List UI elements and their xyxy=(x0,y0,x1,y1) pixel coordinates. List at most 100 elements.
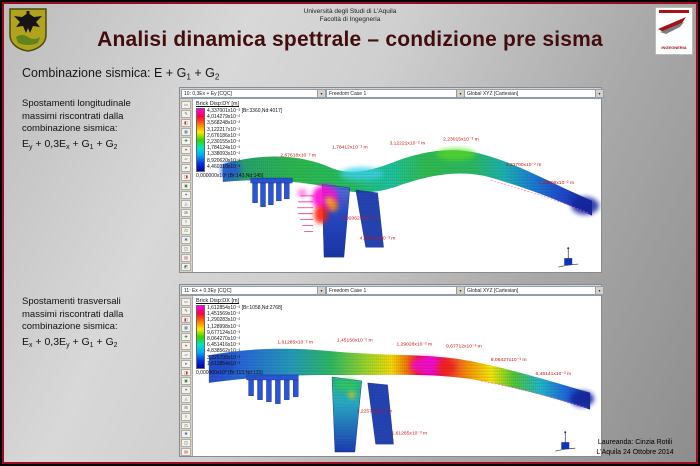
chevron-down-icon[interactable]: ▼ xyxy=(317,90,325,97)
freedom-case-dropdown[interactable]: Freedom Case 1▼ xyxy=(326,89,465,98)
note-longitudinal: Spostamenti longitudinale massimi riscon… xyxy=(22,98,180,154)
displacement-label: 1,78412x10⁻² m xyxy=(332,144,368,150)
formula-text: + G xyxy=(94,336,114,348)
chevron-down-icon[interactable]: ▼ xyxy=(456,90,464,97)
displacement-label: 8,92062x10⁻³ m xyxy=(342,216,378,222)
legend-min-value: 0,000000x10⁰ [Br:113,Nd:115] xyxy=(196,370,282,376)
coordinate-system-dropdown[interactable]: Global XYZ [Cartesian] ▼ xyxy=(464,286,604,295)
toolbar-icon[interactable]: ◨ xyxy=(181,369,191,377)
displacement-label: 2,67618x10⁻² m xyxy=(280,152,316,158)
formula-sub: 2 xyxy=(114,143,118,150)
toolbar-icon[interactable]: ▣ xyxy=(181,377,191,385)
fem-viewport-longitudinal: 10: 0,3Ex + Ey [CQC]▼ Freedom Case 1▼ Gl… xyxy=(179,87,602,273)
formula-text: + 0,3E xyxy=(32,138,66,150)
toolbar-icon[interactable]: ▦ xyxy=(181,324,191,332)
freedom-case-dropdown[interactable]: Freedom Case 1 ▼ xyxy=(326,286,465,295)
toolbar-icon[interactable]: ≡ xyxy=(181,218,191,226)
toolbar-icon[interactable]: ◧ xyxy=(181,119,191,127)
formula-text: + G xyxy=(94,138,114,150)
displacement-label: 1,61285x10⁻³ m xyxy=(392,430,428,436)
legend-value: 1,612854x10⁻³ xyxy=(207,361,282,367)
toolbar-icon[interactable]: ◧ xyxy=(181,316,191,324)
chevron-down-icon[interactable]: ▼ xyxy=(595,90,603,97)
coordinate-system-value: Global XYZ [Cartesian] xyxy=(467,288,518,294)
toolbar-icon[interactable]: ▤ xyxy=(181,254,191,262)
displacement-label: 1,45156x10⁻² m xyxy=(337,337,373,343)
note-transversal: Spostamenti trasversali massimi riscontr… xyxy=(22,296,180,352)
toolbar-icon[interactable]: ⊞ xyxy=(181,404,191,412)
note-line: combinazione sismica: xyxy=(22,321,180,334)
toolbar-icon[interactable]: ▭ xyxy=(181,101,191,109)
toolbar-icon[interactable]: ✚ xyxy=(181,137,191,145)
toolbar-icon[interactable]: ⊡ xyxy=(181,227,191,235)
legend-value: 4,460310x10⁻³ xyxy=(207,164,282,170)
toolbar-icon[interactable]: ⌖ xyxy=(181,342,191,350)
legend-color-ramp xyxy=(196,108,205,172)
formula-sub: 2 xyxy=(114,341,118,348)
legend-title: Brick Disp:DY [m] xyxy=(196,101,282,107)
approach-piers xyxy=(247,375,299,404)
toolbar-icon[interactable]: ▦ xyxy=(181,128,191,136)
chevron-down-icon[interactable]: ▼ xyxy=(456,287,464,294)
toolbar-icon[interactable]: ⊡ xyxy=(181,422,191,430)
chevron-down-icon[interactable]: ▼ xyxy=(595,287,603,294)
axes-triad-icon xyxy=(558,247,578,267)
coordinate-system-value: Global XYZ [Cartesian] xyxy=(467,91,518,97)
load-arrow-cluster xyxy=(297,196,314,232)
displacement-label: 9,67712x10⁻³ m xyxy=(446,343,482,349)
note-formula: Ey + 0,3Ex + G1 + G2 xyxy=(22,138,180,154)
formula-text: + 0,3E xyxy=(32,336,66,348)
credits: Laureanda: Cinzia Rotili L'Aquila 24 Ott… xyxy=(576,438,694,457)
toolbar-icon[interactable]: ◫ xyxy=(181,439,191,447)
slide-title: Analisi dinamica spettrale – condizione … xyxy=(32,28,668,52)
displacement-label: 2,23015x10⁻² m xyxy=(443,137,479,143)
toolbar-icon[interactable]: ✦ xyxy=(181,191,191,199)
viewport-combo-bar: 11: Ex + 0,3Ey [CQC]▼ Freedom Case 1 ▼ Gl… xyxy=(180,285,601,296)
viewport-combo-bar: 10: 0,3Ex + Ey [CQC]▼ Freedom Case 1▼ Gl… xyxy=(180,88,601,99)
result-case-dropdown[interactable]: 10: 0,3Ex + Ey [CQC]▼ xyxy=(181,89,326,98)
toolbar-icon[interactable]: ⊞ xyxy=(181,209,191,217)
toolbar-icon[interactable]: ➤ xyxy=(181,360,191,368)
legend-title: Brick Disp:DX [m] xyxy=(196,298,282,304)
toolbar-icon[interactable]: ✎ xyxy=(181,307,191,315)
toolbar-icon[interactable]: ◬ xyxy=(181,200,191,208)
formula-text: E xyxy=(22,336,29,348)
toolbar-icon[interactable]: ◫ xyxy=(181,245,191,253)
freedom-case-value: Freedom Case 1 xyxy=(329,288,366,294)
viewport-toolbar: ▭✎◧▦✚⌖▱➤◨▣✦◬⊞≡⊡✱◫▤◩ xyxy=(180,99,193,272)
legend-min-value: 0,000000x10⁰ [Br:143,Nd:145] xyxy=(196,173,282,179)
toolbar-icon[interactable]: ▤ xyxy=(181,448,191,456)
chevron-down-icon[interactable]: ▼ xyxy=(317,287,325,294)
toolbar-icon[interactable]: ➤ xyxy=(181,164,191,172)
toolbar-icon[interactable]: ✚ xyxy=(181,333,191,341)
toolbar-icon[interactable]: ⌖ xyxy=(181,146,191,154)
credits-author: Laureanda: Cinzia Rotili xyxy=(576,438,694,448)
toolbar-icon[interactable]: ▱ xyxy=(181,351,191,359)
displacement-label: 1,29028x10⁻² m xyxy=(397,341,433,347)
combination-sub2: 2 xyxy=(215,72,220,81)
displacement-label: 3,12221x10⁻² m xyxy=(390,140,426,146)
note-line: combinazione sismica: xyxy=(22,123,180,136)
fem-canvas: Brick Disp:DY [m] 4,337001x10⁻² [Br:3360… xyxy=(193,99,601,272)
toolbar-icon[interactable]: ✱ xyxy=(181,236,191,244)
institution-line1: Università degli Studi di L'Aquila xyxy=(2,8,698,16)
toolbar-icon[interactable]: ▭ xyxy=(181,298,191,306)
toolbar-icon[interactable]: ✱ xyxy=(181,430,191,438)
toolbar-icon[interactable]: ◩ xyxy=(181,263,191,271)
credits-date: L'Aquila 24 Ottobre 2014 xyxy=(576,448,694,458)
toolbar-icon[interactable]: ◬ xyxy=(181,395,191,403)
note-formula: Ex + 0,3Ey + G1 + G2 xyxy=(22,336,180,352)
toolbar-icon[interactable]: ▱ xyxy=(181,155,191,163)
toolbar-icon[interactable]: ≡ xyxy=(181,413,191,421)
toolbar-icon[interactable]: ◨ xyxy=(181,173,191,181)
toolbar-icon[interactable]: ✦ xyxy=(181,386,191,394)
displacement-label: 6,45141x10⁻³ m xyxy=(535,371,571,377)
combination-text2: + G xyxy=(191,66,215,80)
coordinate-system-dropdown[interactable]: Global XYZ [Cartesian] ▼ xyxy=(464,89,604,98)
toolbar-icon[interactable]: ✎ xyxy=(181,110,191,118)
note-line: massimi riscontrati dalla xyxy=(22,111,180,124)
toolbar-icon[interactable]: ▣ xyxy=(181,182,191,190)
legend-values: 1,451569x10⁻²1,290283x10⁻²1,128998x10⁻²9… xyxy=(207,311,282,367)
displacement-label: 4,33700x10⁻² m xyxy=(506,162,542,168)
result-case-dropdown[interactable]: 11: Ex + 0,3Ey [CQC]▼ xyxy=(181,286,326,295)
